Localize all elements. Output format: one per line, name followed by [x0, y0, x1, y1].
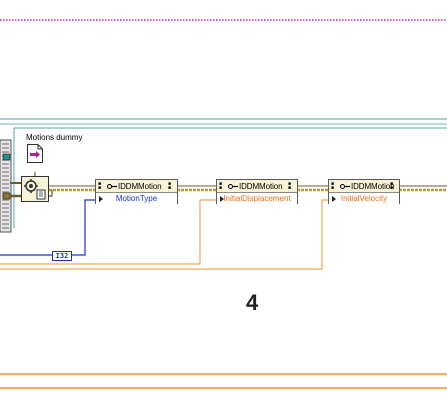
node-class-name: IDDMMotion: [118, 182, 162, 191]
motions-constant-icon[interactable]: [27, 144, 43, 163]
class-out-terminal-icon: ■ ■: [390, 181, 394, 191]
node-header: ■ ■ IDDMMotion ■ ■: [96, 180, 177, 193]
node-header: ■ ■ IDDMMotion ■ ■: [217, 180, 297, 193]
node-header: ■ ■ IDDMMotion ■ ■: [329, 180, 399, 193]
step-number: 4: [246, 290, 259, 315]
property-node-initial-displacement[interactable]: ■ ■ IDDMMotion ■ ■ InitialDisplacement: [216, 179, 298, 204]
left-tunnel-teal: [2, 153, 11, 161]
class-out-terminal-icon: ■ ■: [168, 181, 172, 191]
block-diagram-canvas: Motions dummy ■ ■ IDDMMotion ■ ■ MotionTyp…: [0, 0, 447, 412]
dbl-wire-2: [0, 199, 328, 270]
property-node-motion-type[interactable]: ■ ■ IDDMMotion ■ ■ MotionType: [95, 179, 178, 204]
node-class-name: IDDMMotion: [351, 182, 395, 191]
motions-dummy-label: Motions dummy: [26, 133, 83, 142]
property-initial-displacement[interactable]: InitialDisplacement: [217, 194, 297, 203]
node-property-row[interactable]: InitialDisplacement: [217, 193, 297, 204]
class-out-terminal-icon: ■ ■: [288, 181, 292, 191]
left-tunnel-class: [2, 192, 11, 200]
class-in-terminal-icon: ■ ■: [219, 181, 223, 191]
i32-constant[interactable]: I32: [52, 251, 72, 261]
wire-layer: [0, 19, 447, 389]
class-in-terminal-icon: ■ ■: [331, 181, 335, 191]
vi-subroutine-icon[interactable]: [21, 176, 49, 202]
node-property-row[interactable]: InitialVelocity: [329, 193, 399, 204]
property-motion-type[interactable]: MotionType: [96, 194, 177, 203]
property-node-icon: [107, 184, 117, 189]
property-node-icon: [340, 184, 350, 189]
class-in-terminal-icon: ■ ■: [98, 181, 102, 191]
property-initial-velocity[interactable]: InitialVelocity: [329, 194, 399, 203]
node-property-row[interactable]: MotionType: [96, 193, 177, 204]
property-node-icon: [228, 184, 238, 189]
property-node-initial-velocity[interactable]: ■ ■ IDDMMotion ■ ■ InitialVelocity: [328, 179, 400, 204]
node-class-name: IDDMMotion: [239, 182, 283, 191]
